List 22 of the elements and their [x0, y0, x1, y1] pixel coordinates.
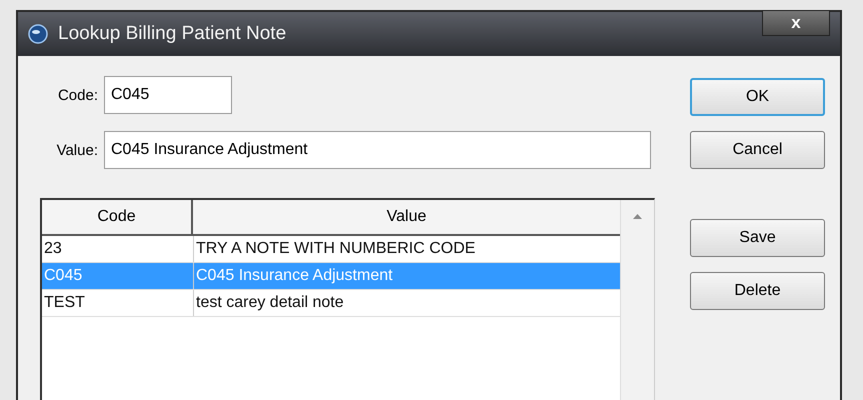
dialog-button[interactable]: Save [690, 219, 825, 257]
dialog-button[interactable]: Delete [690, 272, 825, 310]
field-label: Value: [56, 142, 98, 158]
close-button[interactable]: x [762, 10, 830, 36]
input-field[interactable]: C045 [104, 76, 232, 114]
scroll-up-icon[interactable] [633, 214, 642, 219]
dialog-button[interactable]: Cancel [690, 131, 825, 169]
table-cell-text: TRY A NOTE WITH NUMBERIC CODE [195, 239, 476, 259]
table-cell: 23 [42, 236, 194, 262]
table-cell: TEST [42, 290, 194, 316]
dialog-button[interactable]: OK [690, 78, 825, 116]
field-label: Code: [56, 86, 98, 104]
input-field[interactable]: C045 Insurance Adjustment [104, 131, 651, 169]
table-cell-text: C045 Insurance Adjustment [195, 266, 394, 286]
table-row[interactable]: TEST test carey detail note [42, 290, 620, 317]
table-cell: C045 [42, 263, 194, 289]
globe-icon [28, 24, 48, 44]
column-header[interactable]: Code [42, 200, 193, 234]
scrollbar[interactable] [620, 200, 654, 400]
table-cell-text: test carey detail note [195, 293, 345, 313]
column-header[interactable]: Value [193, 200, 620, 234]
window-title: Lookup Billing Patient Note [58, 23, 286, 45]
